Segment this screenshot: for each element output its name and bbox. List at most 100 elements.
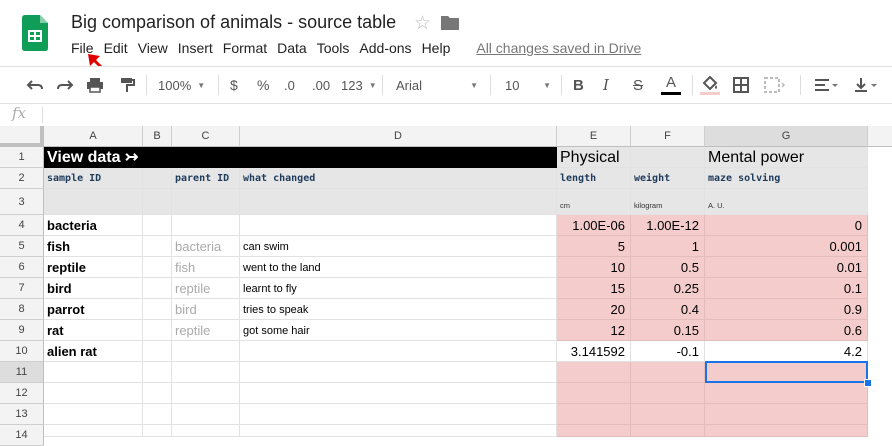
cell-empty[interactable]: [240, 383, 557, 404]
cell-what-changed[interactable]: [240, 215, 557, 236]
row-header-3[interactable]: 3: [0, 189, 44, 215]
column-header-c[interactable]: C: [172, 126, 240, 147]
cell-empty[interactable]: [143, 425, 172, 437]
cell-empty[interactable]: [172, 425, 240, 437]
cell-empty[interactable]: [557, 425, 631, 437]
row-header-9[interactable]: 9: [0, 320, 44, 341]
row-header-8[interactable]: 8: [0, 299, 44, 320]
redo-icon[interactable]: [56, 67, 74, 103]
cell-empty[interactable]: [44, 383, 143, 404]
cell-maze-solving[interactable]: 0.6: [705, 320, 868, 341]
text-color-button[interactable]: A: [661, 67, 681, 103]
cell-empty[interactable]: [143, 236, 172, 257]
menu-tools[interactable]: Tools: [312, 38, 355, 58]
fill-handle[interactable]: [864, 379, 872, 387]
cell-maze-solving[interactable]: 0: [705, 215, 868, 236]
cell-empty[interactable]: [143, 257, 172, 278]
cell-sample-id[interactable]: reptile: [44, 257, 143, 278]
row-header-13[interactable]: 13: [0, 404, 44, 425]
cell-weight[interactable]: 1.00E-12: [631, 215, 705, 236]
cell-parent-id[interactable]: [172, 215, 240, 236]
cell-d3[interactable]: [240, 189, 557, 215]
decrease-decimals-button[interactable]: .0: [284, 67, 295, 103]
fill-color-button[interactable]: [700, 67, 720, 103]
font-size-select[interactable]: 10 ▼: [505, 67, 551, 103]
column-header-g[interactable]: G: [705, 126, 868, 147]
menu-format[interactable]: Format: [218, 38, 272, 58]
borders-icon[interactable]: [733, 67, 749, 103]
cell-maze-solving[interactable]: 0.1: [705, 278, 868, 299]
cell-sample-id[interactable]: rat: [44, 320, 143, 341]
cell-empty[interactable]: [143, 320, 172, 341]
menu-data[interactable]: Data: [272, 38, 312, 58]
cell-empty[interactable]: [631, 404, 705, 425]
column-header-b[interactable]: B: [143, 126, 172, 147]
cell-empty[interactable]: [143, 404, 172, 425]
cell-g1-mental-power[interactable]: Mental power: [705, 147, 868, 168]
cell-what-changed[interactable]: tries to speak: [240, 299, 557, 320]
cell-maze-solving[interactable]: 4.2: [705, 341, 868, 362]
cell-parent-id[interactable]: bacteria: [172, 236, 240, 257]
cell-empty[interactable]: [631, 383, 705, 404]
cell-empty[interactable]: [240, 404, 557, 425]
column-header-e[interactable]: E: [557, 126, 631, 147]
row-header-5[interactable]: 5: [0, 236, 44, 257]
cell-parent-id[interactable]: reptile: [172, 278, 240, 299]
star-icon[interactable]: ☆: [414, 12, 431, 35]
zoom-select[interactable]: 100% ▼: [158, 67, 205, 103]
cell-maze-solving[interactable]: 0.01: [705, 257, 868, 278]
cell-a3[interactable]: [44, 189, 143, 215]
cell-empty[interactable]: [172, 404, 240, 425]
cell-a2-sample-id[interactable]: sample ID: [44, 168, 143, 189]
cell-maze-solving[interactable]: 0.9: [705, 299, 868, 320]
cell-empty[interactable]: [143, 278, 172, 299]
row-header-4[interactable]: 4: [0, 215, 44, 236]
row-header-7[interactable]: 7: [0, 278, 44, 299]
menu-insert[interactable]: Insert: [173, 38, 218, 58]
sheets-logo-icon[interactable]: [22, 15, 48, 51]
saved-status-link[interactable]: All changes saved in Drive: [471, 38, 646, 58]
cell-what-changed[interactable]: [240, 341, 557, 362]
cell-sample-id[interactable]: bacteria: [44, 215, 143, 236]
cell-weight[interactable]: 1: [631, 236, 705, 257]
row-header-10[interactable]: 10: [0, 341, 44, 362]
cell-g3-unit[interactable]: A. U.: [705, 189, 868, 215]
cell-weight[interactable]: -0.1: [631, 341, 705, 362]
merge-cells-icon[interactable]: [764, 67, 786, 103]
cell-g2-maze-solving[interactable]: maze solving: [705, 168, 868, 189]
cell-d2-what-changed[interactable]: what changed: [240, 168, 557, 189]
cell-empty[interactable]: [705, 383, 868, 404]
cell-sample-id[interactable]: fish: [44, 236, 143, 257]
menu-help[interactable]: Help: [417, 38, 456, 58]
row-header-6[interactable]: 6: [0, 257, 44, 278]
cell-empty[interactable]: [172, 383, 240, 404]
cell-empty[interactable]: [557, 362, 631, 383]
currency-format-button[interactable]: $: [230, 67, 238, 103]
cell-length[interactable]: 12: [557, 320, 631, 341]
cell-length[interactable]: 3.141592: [557, 341, 631, 362]
cell-length[interactable]: 15: [557, 278, 631, 299]
cell-length[interactable]: 5: [557, 236, 631, 257]
cell-length[interactable]: 10: [557, 257, 631, 278]
cell-what-changed[interactable]: got some hair: [240, 320, 557, 341]
column-header-a[interactable]: A: [44, 126, 143, 147]
italic-button[interactable]: I: [603, 67, 609, 103]
print-icon[interactable]: [86, 67, 104, 103]
folder-icon[interactable]: [441, 15, 459, 30]
cell-empty[interactable]: [44, 404, 143, 425]
cell-empty[interactable]: [143, 383, 172, 404]
cell-parent-id[interactable]: [172, 341, 240, 362]
column-header-f[interactable]: F: [631, 126, 705, 147]
row-header-2[interactable]: 2: [0, 168, 44, 189]
cell-sample-id[interactable]: alien rat: [44, 341, 143, 362]
strikethrough-button[interactable]: S: [633, 67, 643, 103]
cell-b2[interactable]: [143, 168, 172, 189]
cell-empty[interactable]: [705, 404, 868, 425]
row-header-1[interactable]: 1: [0, 147, 44, 168]
cell-sample-id[interactable]: bird: [44, 278, 143, 299]
cell-parent-id[interactable]: reptile: [172, 320, 240, 341]
more-formats-select[interactable]: 123 ▼: [341, 67, 377, 103]
cell-weight[interactable]: 0.25: [631, 278, 705, 299]
cell-empty[interactable]: [631, 362, 705, 383]
cell-a1-view-data[interactable]: View data ↣: [44, 147, 557, 168]
